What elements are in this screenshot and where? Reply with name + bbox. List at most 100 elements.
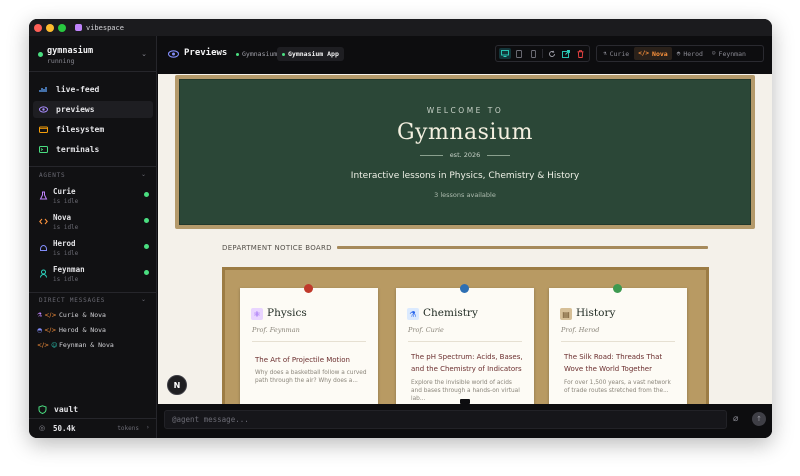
delete-button[interactable] bbox=[574, 48, 586, 59]
notice-board: ⚛ Physics Prof. Feynman The Art of Proje… bbox=[222, 267, 709, 404]
preview-frame[interactable]: WELCOME TO Gymnasium est. 2026 Interacti… bbox=[158, 74, 772, 404]
message-bar: @agent message... ⌀ ↑ bbox=[158, 404, 772, 438]
person-icon: ☺ bbox=[711, 50, 716, 57]
desktop-view-button[interactable] bbox=[499, 48, 512, 59]
workspace-name: gymnasium bbox=[47, 46, 94, 56]
agent-online-dot bbox=[144, 192, 149, 197]
tokens-bar[interactable]: ◎ 50.4k tokens › bbox=[29, 418, 157, 438]
main-panel: Previews Gymnasium Gymnasium App ⚗ Curie… bbox=[158, 36, 772, 438]
agent-name: Feynman bbox=[53, 265, 85, 274]
tab-label: Nova bbox=[652, 49, 668, 58]
tokens-label: tokens bbox=[117, 425, 139, 432]
person-icon: ☺ bbox=[51, 341, 58, 349]
reload-button[interactable] bbox=[546, 48, 558, 59]
divider bbox=[542, 49, 543, 58]
agent-feynman[interactable]: Feynman is idle bbox=[37, 265, 151, 287]
send-button[interactable]: ↑ bbox=[752, 412, 766, 426]
app-window: vibespace gymnasium running ⌄ live-feed … bbox=[29, 19, 772, 438]
coin-icon: ◎ bbox=[39, 424, 46, 432]
card-professor: Prof. Herod bbox=[561, 326, 600, 334]
vault-item[interactable]: vault bbox=[38, 405, 78, 414]
pin-icon bbox=[460, 284, 469, 293]
tab-agent-feynman[interactable]: ☺ Feynman bbox=[708, 47, 750, 60]
page-title: Previews bbox=[184, 48, 228, 58]
nav-item-terminals[interactable]: terminals bbox=[33, 141, 153, 158]
dm-herod-nova[interactable]: ◓ </> Herod & Nova bbox=[37, 324, 106, 336]
course-card-history[interactable]: ▤ History Prof. Herod The Silk Road: Thr… bbox=[549, 284, 687, 404]
breadcrumb-label: Gymnasium App bbox=[288, 50, 339, 58]
tab-agent-curie[interactable]: ⚗ Curie bbox=[599, 47, 633, 60]
tablet-view-button[interactable] bbox=[513, 48, 525, 59]
paperclip-icon[interactable]: ⌀ bbox=[733, 414, 738, 424]
card-description: For over 1,500 years, a vast network of … bbox=[564, 380, 671, 394]
nav-item-previews[interactable]: previews bbox=[33, 101, 153, 118]
flask-icon: ⚗ bbox=[37, 311, 43, 319]
mobile-view-button[interactable] bbox=[527, 48, 539, 59]
agent-name: Herod bbox=[53, 239, 76, 248]
agent-online-dot bbox=[144, 218, 149, 223]
course-card-physics[interactable]: ⚛ Physics Prof. Feynman The Art of Proje… bbox=[240, 284, 378, 404]
trash-icon bbox=[577, 49, 583, 58]
chevron-right-icon: › bbox=[146, 424, 149, 431]
course-card-chemistry[interactable]: ⚗ Chemistry Prof. Curie The pH Spectrum:… bbox=[396, 284, 534, 404]
flask-icon: ⚗ bbox=[407, 308, 419, 320]
open-external-button[interactable] bbox=[560, 48, 572, 59]
divider bbox=[252, 341, 366, 342]
divider bbox=[337, 246, 708, 249]
dm-label: Feynman & Nova bbox=[59, 341, 114, 349]
card-lesson-title[interactable]: The Art of Projectile Motion bbox=[255, 354, 368, 366]
agent-nova[interactable]: Nova is idle bbox=[37, 213, 151, 235]
signal-icon bbox=[39, 85, 48, 94]
status-dot bbox=[236, 52, 239, 56]
tab-agent-herod[interactable]: ◓ Herod bbox=[673, 47, 707, 60]
agent-online-dot bbox=[144, 270, 149, 275]
tagline: Interactive lessons in Physics, Chemistr… bbox=[350, 171, 580, 181]
tab-label: Feynman bbox=[718, 49, 746, 58]
agent-herod[interactable]: Herod is idle bbox=[37, 239, 151, 261]
minimize-window-button[interactable] bbox=[46, 23, 54, 32]
atom-icon: ⚛ bbox=[251, 308, 263, 320]
helmet-icon: ◓ bbox=[37, 326, 43, 334]
nav-item-filesystem[interactable]: filesystem bbox=[33, 121, 153, 138]
card-lesson-title[interactable]: The Silk Road: Threads That Wove the Wor… bbox=[564, 351, 677, 375]
folder-icon bbox=[39, 125, 48, 134]
card-title: Chemistry bbox=[423, 307, 478, 319]
chalkboard: WELCOME TO Gymnasium est. 2026 Interacti… bbox=[179, 79, 751, 225]
dm-avatars: ◓ </> bbox=[37, 327, 56, 334]
tab-label: Herod bbox=[683, 49, 703, 58]
breadcrumb-gymnasium-app[interactable]: Gymnasium App bbox=[277, 47, 344, 61]
code-icon bbox=[39, 218, 48, 225]
agent-message-input[interactable]: @agent message... bbox=[164, 410, 727, 429]
agent-curie[interactable]: Curie is idle bbox=[37, 187, 151, 209]
agent-online-dot bbox=[144, 244, 149, 249]
agent-name: Curie bbox=[53, 187, 76, 196]
floating-nav-button[interactable]: N bbox=[167, 375, 187, 395]
breadcrumb-gymnasium[interactable]: Gymnasium bbox=[231, 47, 282, 61]
dm-curie-nova[interactable]: ⚗ </> Curie & Nova bbox=[37, 309, 106, 321]
established-text: est. 2026 bbox=[449, 151, 481, 159]
monitor-icon bbox=[501, 50, 509, 57]
maximize-window-button[interactable] bbox=[58, 23, 66, 32]
close-window-button[interactable] bbox=[34, 23, 42, 32]
agent-status: is idle bbox=[53, 276, 79, 283]
direct-messages-header: DIRECT MESSAGES bbox=[39, 297, 106, 304]
dm-feynman-nova[interactable]: </> ☺ Feynman & Nova bbox=[37, 339, 114, 351]
agent-status: is idle bbox=[53, 198, 79, 205]
helmet-icon: ◓ bbox=[676, 50, 681, 57]
card-lesson-title[interactable]: The pH Spectrum: Acids, Bases, and the C… bbox=[411, 351, 524, 375]
agents-header: AGENTS bbox=[39, 172, 66, 179]
chevron-down-icon[interactable]: ⌄ bbox=[141, 171, 146, 178]
lessons-count: 3 lessons available bbox=[434, 191, 496, 199]
workspace-switcher[interactable]: gymnasium running ⌄ bbox=[29, 36, 157, 72]
agent-tabs: ⚗ Curie </> Nova ◓ Herod ☺ Feynman bbox=[596, 45, 764, 62]
nav-item-live-feed[interactable]: live-feed bbox=[33, 81, 153, 98]
established-row: est. 2026 bbox=[180, 151, 750, 159]
app-icon bbox=[75, 24, 82, 31]
code-icon: </> bbox=[37, 341, 50, 349]
chevron-down-icon[interactable]: ⌄ bbox=[141, 296, 146, 303]
dm-avatars: ⚗ </> bbox=[37, 312, 56, 319]
card-title: Physics bbox=[267, 307, 307, 319]
helmet-icon bbox=[40, 245, 47, 251]
code-icon: </> bbox=[44, 311, 57, 319]
tab-agent-nova[interactable]: </> Nova bbox=[634, 47, 672, 60]
